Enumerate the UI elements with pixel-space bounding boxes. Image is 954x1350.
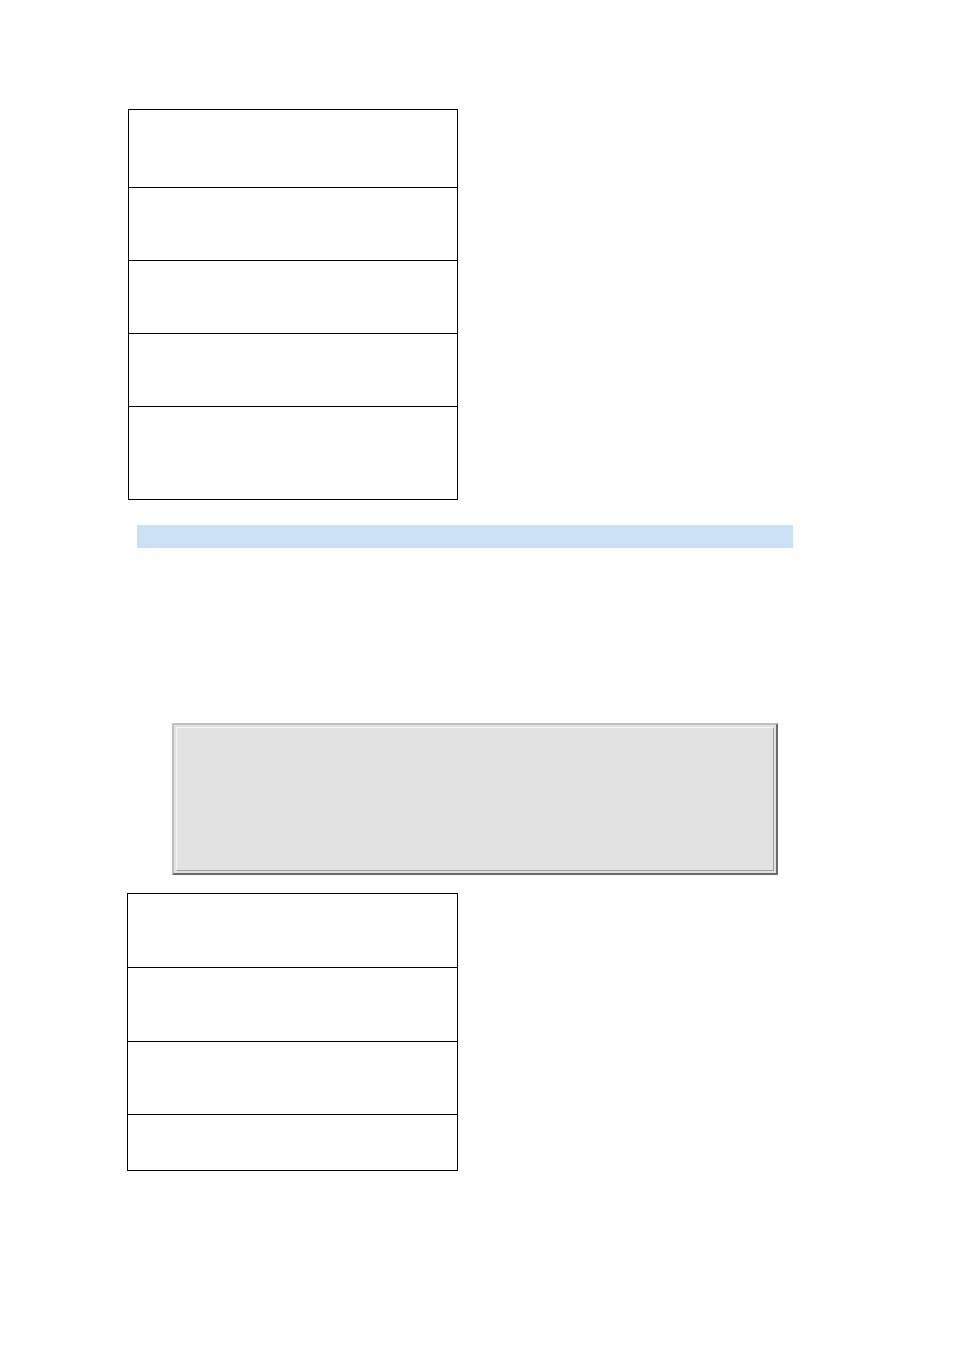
highlight-bar	[137, 525, 793, 548]
table-row	[129, 188, 457, 261]
inset-panel	[172, 723, 778, 875]
table-row	[129, 407, 457, 499]
table-row	[128, 968, 457, 1042]
table-2	[127, 893, 458, 1171]
table-row	[129, 110, 457, 188]
table-row	[128, 1042, 457, 1115]
table-row	[129, 261, 457, 334]
table-row	[128, 1115, 457, 1170]
table-1	[128, 109, 458, 500]
table-row	[129, 334, 457, 407]
table-row	[128, 894, 457, 968]
